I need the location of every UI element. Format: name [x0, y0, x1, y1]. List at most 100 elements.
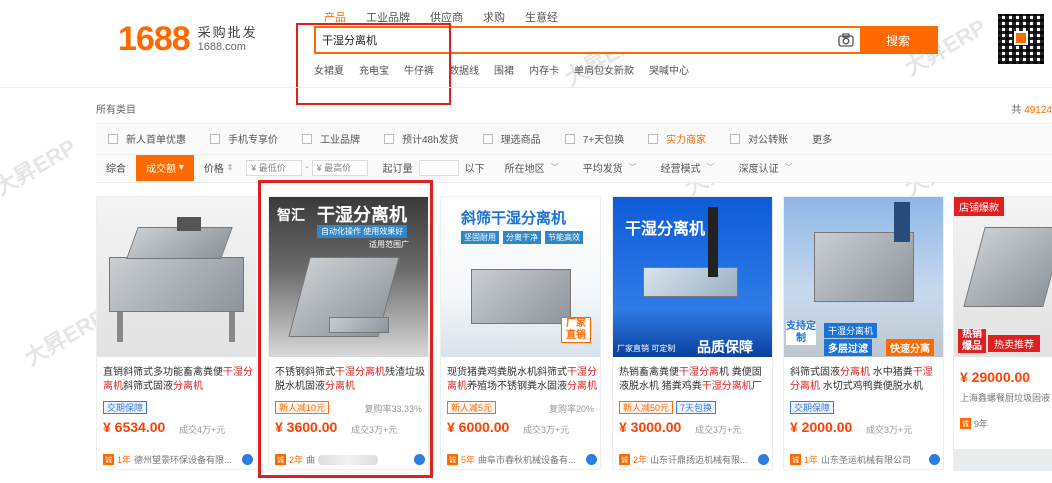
certification-dropdown[interactable]: 深度认证 ﹀ — [727, 160, 805, 175]
filter-mobile-price[interactable]: 手机专享价 — [210, 131, 278, 146]
chat-icon[interactable] — [758, 454, 769, 465]
product-image[interactable]: 支持定制 干湿分离机 多层过滤 快速分离 — [784, 197, 943, 357]
chat-icon[interactable] — [929, 454, 940, 465]
business-mode-dropdown[interactable]: 经营模式 ﹀ — [649, 160, 727, 175]
shop-name[interactable]: 德州望景环保设备有限... — [134, 453, 238, 466]
image-feature-chip: 节能高效 — [545, 231, 583, 244]
shop-name[interactable]: 山东讦鼎扬迈机械有限... — [650, 453, 754, 466]
annotation-highlight-box — [296, 23, 451, 105]
checkbox[interactable] — [730, 133, 741, 144]
moq-input[interactable] — [418, 159, 459, 176]
filter-label: 7+天包换 — [582, 135, 625, 146]
filter-selected-goods[interactable]: 理选商品 — [482, 131, 541, 146]
product-image[interactable]: 店铺爆款 热销 爆品 热卖推荐 — [954, 197, 1052, 357]
shop-years: 9年 — [974, 419, 989, 429]
product-price: ¥ 3000.00 — [619, 419, 682, 435]
filter-industrial-brand[interactable]: 工业品牌 — [302, 131, 360, 146]
filter-7day-exchange[interactable]: 7+天包换 — [564, 131, 625, 146]
result-count-prefix: 共 — [1011, 105, 1022, 116]
shop-info[interactable]: 诚 5年 曲阜市春秋机械设备有... — [447, 453, 597, 466]
filter-new-user[interactable]: 新人首单优惠 — [108, 131, 186, 146]
checkbox[interactable] — [648, 133, 659, 144]
checkbox[interactable] — [482, 133, 493, 144]
filter-label: 对公转账 — [748, 135, 789, 146]
breadcrumb[interactable]: 所有类目 — [96, 101, 136, 116]
sort-label: 成交额 — [146, 164, 176, 175]
max-price-input[interactable]: ¥ 最高价 — [311, 159, 368, 176]
product-image[interactable]: 干湿分离机 厂家直销 可定制 品质保障 — [613, 197, 772, 357]
deal-volume: 成交3万+元 — [866, 425, 913, 435]
filter-48h-ship[interactable]: 预计48h发货 — [384, 131, 459, 146]
product-image[interactable]: 斜筛干湿分离机 坚固耐用 分离干净 节能高效 厂家直销 — [441, 197, 600, 357]
sort-default[interactable]: 综合 — [96, 155, 136, 181]
tab-buying-requests[interactable]: 求购 — [473, 9, 515, 25]
hotword-link[interactable]: 单肩包女新款 — [574, 62, 634, 77]
more-filters-link[interactable]: 更多 — [812, 131, 832, 146]
product-title[interactable]: 现货猪粪鸡粪脱水机斜筛式干湿分离机养殖场不锈钢粪水固液分离机 — [447, 366, 597, 394]
product-price: ¥ 29000.00 — [960, 369, 1031, 385]
hotword-link[interactable]: 哭喊中心 — [649, 62, 689, 77]
checkbox[interactable] — [302, 133, 312, 144]
shop-name[interactable]: 曲阜市春秋机械设备有... — [478, 453, 582, 466]
moq-suffix: 以下 — [464, 164, 485, 175]
shop-name[interactable]: 上海鑫螺餐厨垃圾固液 — [960, 391, 1050, 404]
image-stamp: 厂家直销 — [561, 317, 591, 343]
chevron-down-icon: ﹀ — [550, 163, 559, 172]
product-tags: 交期保障 — [103, 401, 150, 414]
checkbox[interactable] — [564, 133, 575, 144]
min-price-input[interactable]: ¥ 最低价 — [246, 159, 303, 176]
shop-name[interactable]: 山东圣运机械有限公司 — [821, 453, 925, 466]
checkbox[interactable] — [108, 133, 118, 144]
shop-info[interactable]: 诚 2年 山东讦鼎扬迈机械有限... — [619, 453, 769, 466]
title-highlight: 分离机 — [840, 367, 870, 378]
filter-label: 工业品牌 — [320, 135, 360, 146]
product-card[interactable]: 店铺爆款 热销 爆品 热卖推荐 ¥ 29000.00 上海鑫螺餐厨垃圾固液 诚 9年 — [953, 196, 1052, 471]
store-bestseller-tag: 店铺爆款 — [954, 197, 1004, 216]
annotation-highlight-box — [258, 180, 433, 478]
chevron-down-icon: ﹀ — [706, 163, 715, 172]
product-card[interactable]: 斜筛干湿分离机 坚固耐用 分离干净 节能高效 厂家直销 现货猪粪鸡粪脱水机斜筛式… — [440, 196, 601, 470]
dropdown-label: 经营模式 — [660, 164, 701, 175]
sort-by-sales[interactable]: 成交额 ▾ — [136, 154, 194, 181]
chat-icon[interactable] — [586, 454, 597, 465]
delivery-guarantee-tag: 交期保障 — [790, 401, 835, 414]
image-product-name: 干湿分离机 — [625, 221, 706, 238]
product-price: ¥ 6534.00 — [103, 419, 166, 435]
camera-icon[interactable] — [832, 28, 860, 52]
filter-power-merchant[interactable]: 实力商家 — [648, 131, 706, 146]
title-text: 斜筛式固液 — [123, 381, 173, 392]
product-card[interactable]: 干湿分离机 厂家直销 可定制 品质保障 热销畜禽粪便干湿分离机 粪便固液脱水机 … — [612, 196, 773, 470]
product-card[interactable]: 直销斜筛式多功能畜禽粪便干湿分离机斜筛式固液分离机 交期保障 ¥ 6534.00… — [96, 196, 257, 470]
shop-years: 2年 — [633, 455, 648, 465]
search-button[interactable]: 搜索 — [860, 28, 936, 52]
product-image[interactable] — [97, 197, 256, 357]
trust-badge-icon: 诚 — [447, 454, 458, 465]
location-dropdown[interactable]: 所在地区 ﹀ — [493, 160, 571, 175]
shop-info[interactable]: 诚 9年 — [960, 417, 988, 430]
result-count-number: 49124 — [1024, 105, 1052, 116]
trust-badge-icon: 诚 — [103, 454, 114, 465]
header-divider — [0, 87, 1052, 88]
avg-shipping-dropdown[interactable]: 平均发货 ﹀ — [571, 160, 649, 175]
product-title[interactable]: 热销畜禽粪便干湿分离机 粪便固液脱水机 猪粪鸡粪干湿分离机厂家 — [619, 366, 769, 394]
title-text: 热销畜禽粪便 — [619, 367, 679, 378]
site-logo[interactable]: 1688 采购批发 1688.com — [118, 20, 258, 59]
product-title[interactable]: 直销斜筛式多功能畜禽粪便干湿分离机斜筛式固液分离机 — [103, 366, 253, 394]
hotword-link[interactable]: 内存卡 — [529, 62, 559, 77]
hotword-link[interactable]: 数据线 — [449, 62, 479, 77]
chat-icon[interactable] — [242, 454, 253, 465]
sort-by-price[interactable]: 价格 ⇕ — [194, 155, 243, 181]
filter-corporate-transfer[interactable]: 对公转账 — [730, 131, 788, 146]
shop-years: 5年 — [461, 455, 476, 465]
exchange-tag: 7天包换 — [676, 401, 717, 414]
image-left-text: 支持定制 — [786, 321, 816, 345]
product-title[interactable]: 斜筛式固液分离机 水中猪粪干湿分离机 水切式鸡鸭粪便脱水机 — [790, 366, 940, 394]
tab-business-tips[interactable]: 生意经 — [515, 9, 568, 25]
product-card[interactable]: 支持定制 干湿分离机 多层过滤 快速分离 斜筛式固液分离机 水中猪粪干湿分离机 … — [783, 196, 944, 470]
checkbox[interactable] — [210, 133, 220, 144]
hotword-link[interactable]: 围裙 — [494, 62, 514, 77]
shop-info[interactable]: 诚 1年 德州望景环保设备有限... — [103, 453, 253, 466]
image-feature-chip: 坚固耐用 — [461, 231, 499, 244]
checkbox[interactable] — [384, 133, 394, 144]
shop-info[interactable]: 诚 1年 山东圣运机械有限公司 — [790, 453, 940, 466]
